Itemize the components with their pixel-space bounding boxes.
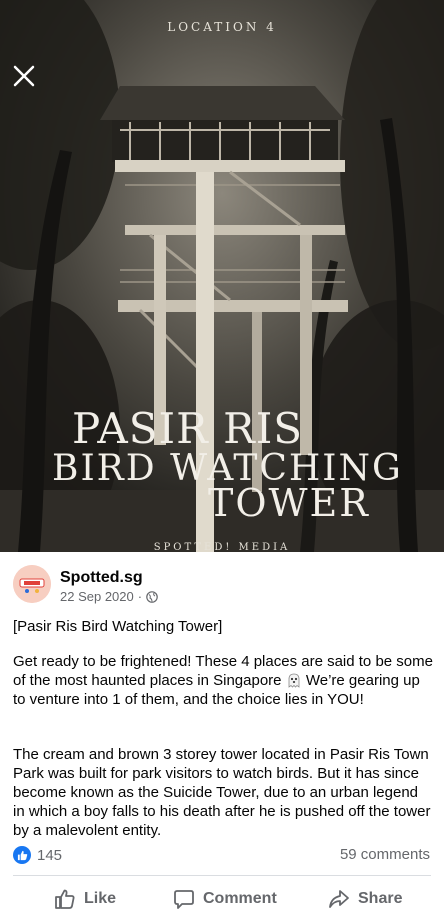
thumbs-up-icon	[55, 889, 75, 909]
close-icon	[13, 65, 35, 87]
meta-separator: ·	[137, 589, 143, 604]
location-label: LOCATION 4	[167, 20, 277, 34]
post-photo[interactable]: LOCATION 4 PASIR RIS BIRD WATCHING TOWER…	[0, 0, 444, 552]
reaction-summary[interactable]: 145	[13, 846, 62, 864]
comment-count[interactable]: 59 comments	[340, 846, 430, 863]
post-paragraph-2: Get ready to be frightened! These 4 plac…	[13, 652, 433, 709]
like-label: Like	[84, 890, 117, 907]
share-label: Share	[358, 890, 403, 907]
share-icon	[329, 890, 349, 908]
title-line-1: PASIR RIS	[72, 404, 304, 453]
post-meta: 22 Sep 2020 ·	[60, 589, 158, 604]
comment-label: Comment	[203, 890, 277, 907]
post-date[interactable]: 22 Sep 2020	[60, 589, 134, 604]
comment-button[interactable]: Comment	[173, 885, 277, 913]
title-line-3: TOWER	[208, 481, 370, 525]
post-paragraph-3: The cream and brown 3 storey tower locat…	[13, 746, 431, 839]
reaction-count: 145	[37, 846, 63, 864]
post-paragraph-1: [Pasir Ris Bird Watching Tower]	[13, 618, 223, 635]
comment-icon	[174, 890, 194, 909]
close-button[interactable]	[10, 62, 38, 90]
avatar[interactable]	[13, 565, 51, 603]
photo-watermark: SPOTTED! MEDIA	[153, 542, 291, 552]
divider	[13, 875, 431, 876]
ghost-emoji-icon	[288, 673, 300, 688]
globe-icon	[146, 590, 158, 603]
share-button[interactable]: Share	[328, 885, 402, 913]
post-author[interactable]: Spotted.sg	[60, 569, 143, 587]
like-button[interactable]: Like	[54, 885, 116, 913]
spotted-logo-icon	[13, 565, 51, 603]
like-reaction-icon	[13, 846, 31, 864]
post-card: Spotted.sg 22 Sep 2020 · [Pasir Ris Bird…	[0, 552, 444, 916]
